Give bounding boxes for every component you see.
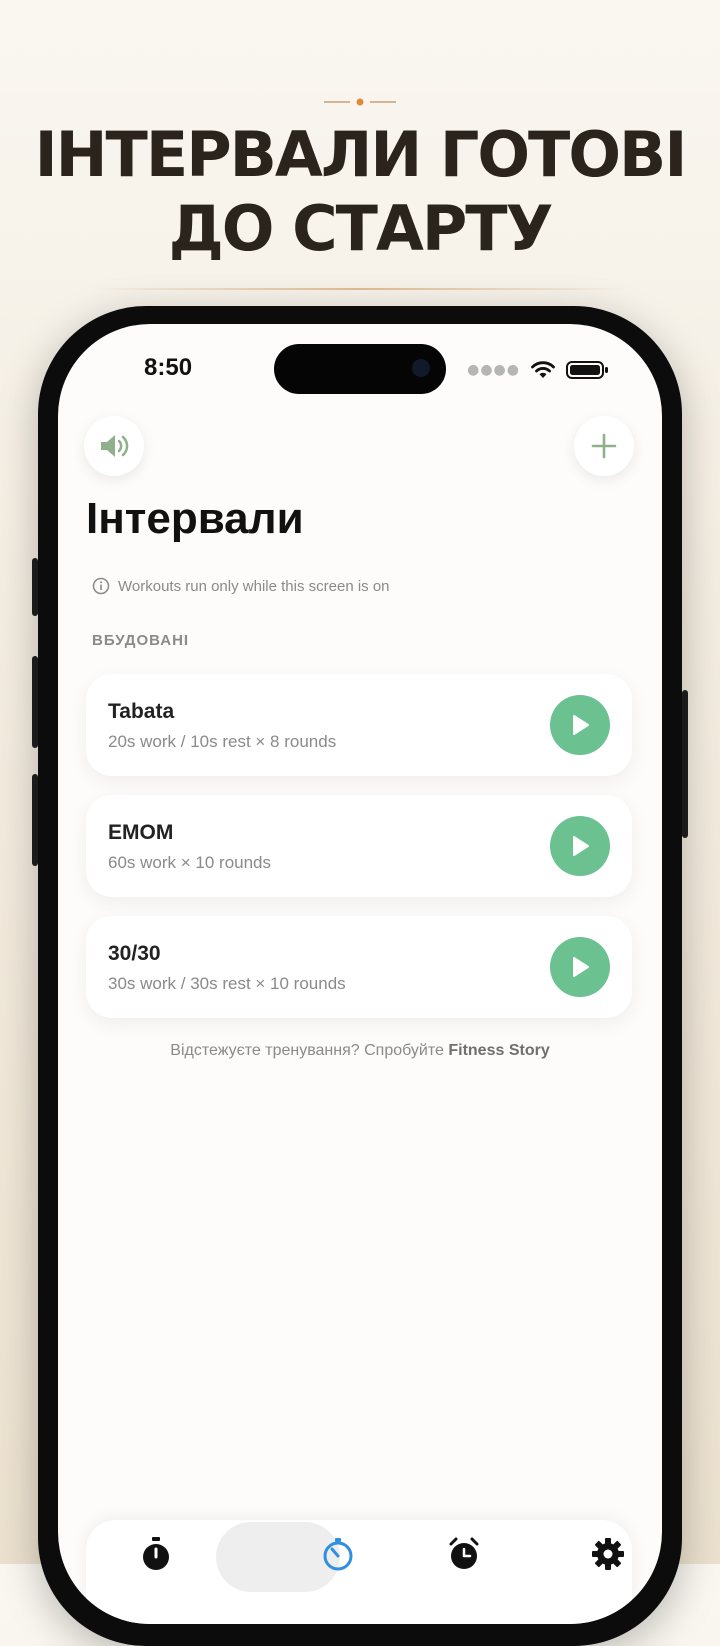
workout-description: 60s work × 10 rounds: [108, 853, 272, 872]
phone-frame: 8:50 ●●●● Інтервали Workouts run only wh…: [32, 306, 688, 1646]
section-label-builtin: ВБУДОВАНІ: [92, 632, 190, 649]
interval-timer-icon: [323, 1538, 353, 1571]
workout-name: 30/30: [108, 942, 161, 965]
tab-stopwatch[interactable]: [136, 1534, 176, 1574]
plus-icon: [591, 433, 617, 459]
workout-card-tabata[interactable]: Tabata 20s work / 10s rest × 8 rounds: [86, 674, 632, 776]
app-screen: 8:50 ●●●● Інтервали Workouts run only wh…: [58, 324, 662, 1624]
marketing-headline: ІНТЕРВАЛИ ГОТОВІ ДО СТАРТУ: [0, 118, 720, 266]
headline-line-1: ІНТЕРВАЛИ ГОТОВІ: [34, 118, 688, 191]
page-title: Інтервали: [86, 494, 304, 543]
workout-description: 30s work / 30s rest × 10 rounds: [108, 974, 346, 993]
workout-name: Tabata: [108, 700, 175, 723]
alarm-clock-icon: [449, 1537, 479, 1569]
status-indicators: ●●●●: [467, 360, 610, 380]
battery-icon: [566, 361, 608, 379]
workout-card-emom[interactable]: EMOM 60s work × 10 rounds: [86, 795, 632, 897]
stopwatch-icon: [143, 1537, 169, 1570]
ornament-divider: [324, 98, 396, 106]
tab-settings[interactable]: [588, 1534, 628, 1574]
tab-alarm[interactable]: [444, 1534, 484, 1574]
action-button: [32, 558, 38, 616]
status-time: 8:50: [144, 354, 193, 381]
volume-up-button: [32, 656, 38, 748]
play-button[interactable]: [550, 695, 610, 755]
play-button[interactable]: [550, 937, 610, 997]
dynamic-island: [274, 344, 446, 394]
info-icon: [92, 577, 110, 595]
headline-line-2: ДО СТАРТУ: [168, 192, 554, 265]
add-interval-button[interactable]: [574, 416, 634, 476]
headline-divider: [90, 288, 630, 290]
sound-toggle-button[interactable]: [84, 416, 144, 476]
workout-card-30-30[interactable]: 30/30 30s work / 30s rest × 10 rounds: [86, 916, 632, 1018]
fitness-story-link[interactable]: Fitness Story: [448, 1042, 549, 1059]
tab-intervals[interactable]: [318, 1534, 358, 1574]
notice-text: Workouts run only while this screen is o…: [118, 577, 390, 595]
workout-name: EMOM: [108, 821, 174, 844]
play-icon: [573, 715, 589, 735]
gear-icon: [592, 1538, 624, 1570]
speaker-icon: [101, 435, 129, 457]
workout-description: 20s work / 10s rest × 8 rounds: [108, 732, 337, 751]
play-icon: [573, 957, 589, 977]
screen-on-notice: Workouts run only while this screen is o…: [92, 577, 390, 595]
camera-icon: [412, 359, 430, 377]
play-icon: [573, 836, 589, 856]
volume-down-button: [32, 774, 38, 866]
play-button[interactable]: [550, 816, 610, 876]
promo-text: Відстежуєте тренування? Спробуйте: [170, 1042, 449, 1059]
signal-icon: ●●●●: [467, 362, 520, 378]
fitness-story-promo: Відстежуєте тренування? Спробуйте Fitnes…: [58, 1042, 662, 1060]
wifi-icon: [531, 361, 555, 378]
tab-bar: [86, 1520, 632, 1624]
power-button: [682, 690, 688, 838]
